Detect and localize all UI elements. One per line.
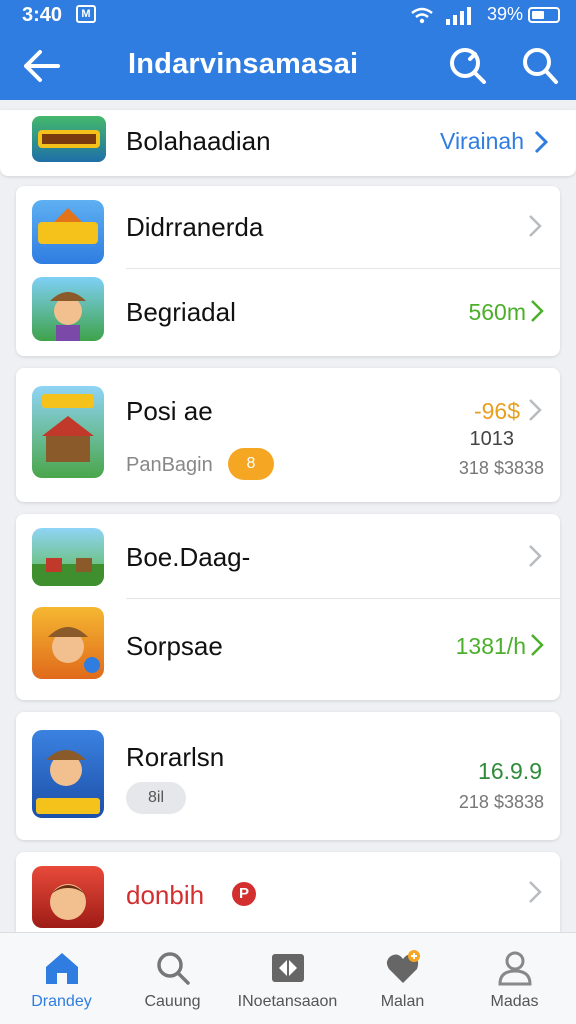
bottom-navigation: Drandey Cauung INoetansaaon Malan Madas [0, 932, 576, 1024]
count-badge: 8 [228, 448, 274, 480]
game-icon [32, 277, 104, 341]
chevron-right-icon [534, 130, 548, 154]
list-item[interactable]: Didrranerda [16, 186, 560, 268]
nav-home[interactable]: Drandey [4, 933, 119, 1024]
tag-pill: 8il [126, 782, 186, 814]
app-value: 560m [468, 299, 526, 325]
app-name: donbih [126, 880, 205, 910]
game-icon [32, 200, 104, 264]
nav-label: INoetansaaon [237, 993, 338, 1010]
app-subvalue: 318 $3838 [458, 458, 544, 478]
game-icon [32, 607, 104, 679]
nav-label: Madas [490, 993, 539, 1010]
list-item[interactable]: Begriadal 560m [16, 269, 560, 356]
list-item[interactable]: Posi ae PanBagin 8 -96$ 1013 318 $3838 [16, 368, 560, 502]
list-item[interactable]: donbih P [16, 852, 560, 932]
app-name: Boe.Daag- [126, 542, 251, 572]
battery-icon [528, 7, 560, 23]
profile-icon [498, 951, 532, 986]
name-badge: P [232, 882, 256, 906]
search-icon [157, 952, 190, 985]
nav-favorites[interactable]: Malan [345, 933, 460, 1024]
app-name: Begriadal [126, 297, 236, 327]
list-item[interactable]: Boe.Daag- [16, 514, 560, 598]
chevron-right-icon [531, 634, 544, 656]
back-arrow-icon[interactable] [20, 46, 64, 86]
search-icon[interactable] [518, 44, 562, 88]
nav-search[interactable]: Cauung [115, 933, 230, 1024]
page-title: Indarvinsamasai [128, 48, 359, 80]
game-icon [32, 528, 104, 586]
nav-label: Malan [380, 993, 425, 1010]
app-group-5: donbih P [16, 852, 560, 932]
summary-name: Bolahaadian [126, 126, 271, 156]
heart-icon [386, 950, 420, 983]
app-group-1: Didrranerda Begriadal 560m [16, 186, 560, 356]
notification-badge: M [76, 5, 96, 23]
app-name: Didrranerda [126, 212, 264, 242]
app-name: Rorarlsn [126, 742, 225, 772]
app-name: Sorpsae [126, 631, 223, 661]
game-icon [32, 866, 104, 928]
status-time: 3:40 [22, 4, 63, 26]
nav-label: Cauung [144, 993, 201, 1010]
app-value: 16.9.9 [478, 758, 542, 784]
chevron-right-icon [529, 399, 542, 421]
chevron-right-icon [531, 300, 544, 322]
app-group-2: Posi ae PanBagin 8 -96$ 1013 318 $3838 [16, 368, 560, 502]
summary-card[interactable]: Bolahaadian Virainah [0, 110, 576, 176]
game-logo-icon [32, 116, 106, 162]
box-icon [272, 954, 304, 982]
app-name: Posi ae [126, 396, 213, 426]
list-item[interactable]: Sorpsae 1381/h [16, 599, 560, 700]
game-icon [32, 386, 104, 478]
app-bar: 3:40 M 39% Indarvinsamasai [0, 0, 576, 100]
app-group-4: Rorarlsn 8il 16.9.9 218 $3838 [16, 712, 560, 840]
game-icon [32, 730, 104, 818]
app-value: 1381/h [455, 633, 526, 659]
home-icon [46, 953, 78, 984]
search-alt-icon[interactable] [446, 44, 490, 88]
nav-label: Drandey [31, 993, 92, 1010]
app-subvalue: 218 $3838 [458, 792, 544, 812]
battery-percent: 39% [487, 4, 524, 24]
app-count: 1013 [469, 428, 515, 450]
app-label: PanBagin [126, 454, 213, 476]
list-item[interactable]: Rorarlsn 8il 16.9.9 218 $3838 [16, 712, 560, 840]
chevron-right-icon [529, 881, 542, 903]
summary-link[interactable]: Virainah [400, 128, 524, 155]
nav-profile[interactable]: Madas [457, 933, 572, 1024]
chevron-right-icon [529, 545, 542, 567]
signal-icon [411, 7, 471, 25]
status-bar: 3:40 M 39% [0, 0, 576, 30]
chevron-right-icon [529, 215, 542, 237]
nav-box[interactable]: INoetansaaon [230, 933, 345, 1024]
app-price: -96$ [473, 398, 520, 424]
toolbar: Indarvinsamasai [0, 36, 576, 96]
app-group-3: Boe.Daag- Sorpsae 1381/h [16, 514, 560, 700]
